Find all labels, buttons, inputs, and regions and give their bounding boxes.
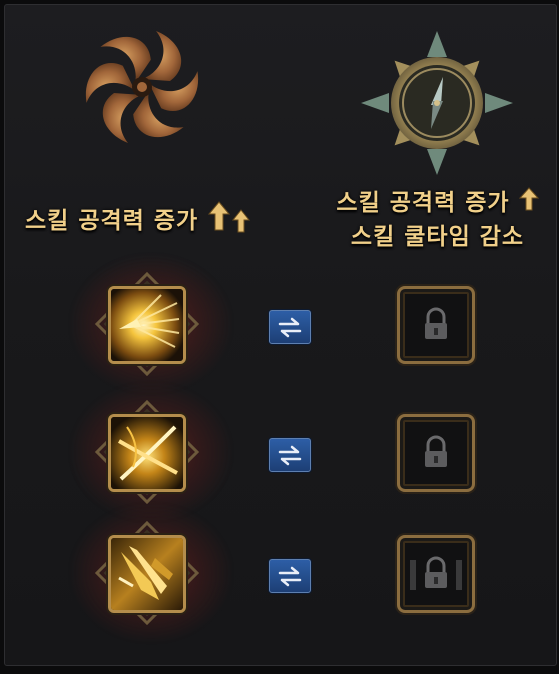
cross-slash-skill-icon[interactable]	[108, 414, 186, 492]
compass-emblem-icon	[352, 29, 522, 179]
lock-icon	[410, 556, 462, 590]
lock-icon	[425, 435, 447, 467]
tripod-row	[5, 383, 559, 521]
tripod-row	[5, 255, 559, 393]
swirl-emblem-icon	[67, 25, 217, 150]
locked-slot[interactable]	[397, 286, 475, 364]
swap-arrows-icon	[278, 566, 302, 587]
arrow-up-icon	[518, 186, 539, 221]
swap-arrows-icon	[278, 445, 302, 466]
tripod-row	[5, 504, 559, 642]
swap-arrows-icon	[278, 317, 302, 338]
golden-blade-skill-icon[interactable]	[108, 535, 186, 613]
lock-icon	[425, 307, 447, 339]
light-burst-skill-icon[interactable]	[108, 286, 186, 364]
swap-button[interactable]	[269, 310, 311, 344]
arrow-up-icon	[207, 200, 253, 243]
skill-tripod-panel: 스킬 공격력 증가 스킬 공격력 증가 스킬 쿨타임 감소	[4, 4, 557, 666]
right-title-line1: 스킬 공격력 증가	[336, 190, 510, 216]
swap-button[interactable]	[269, 438, 311, 472]
right-column-title: 스킬 공격력 증가 스킬 쿨타임 감소	[325, 186, 550, 253]
locked-slot[interactable]	[397, 535, 475, 613]
locked-slot[interactable]	[397, 414, 475, 492]
right-title-line2: 스킬 쿨타임 감소	[350, 224, 525, 250]
left-column-title: 스킬 공격력 증가	[25, 200, 253, 243]
left-title-text: 스킬 공격력 증가	[25, 208, 199, 234]
swap-button[interactable]	[269, 559, 311, 593]
